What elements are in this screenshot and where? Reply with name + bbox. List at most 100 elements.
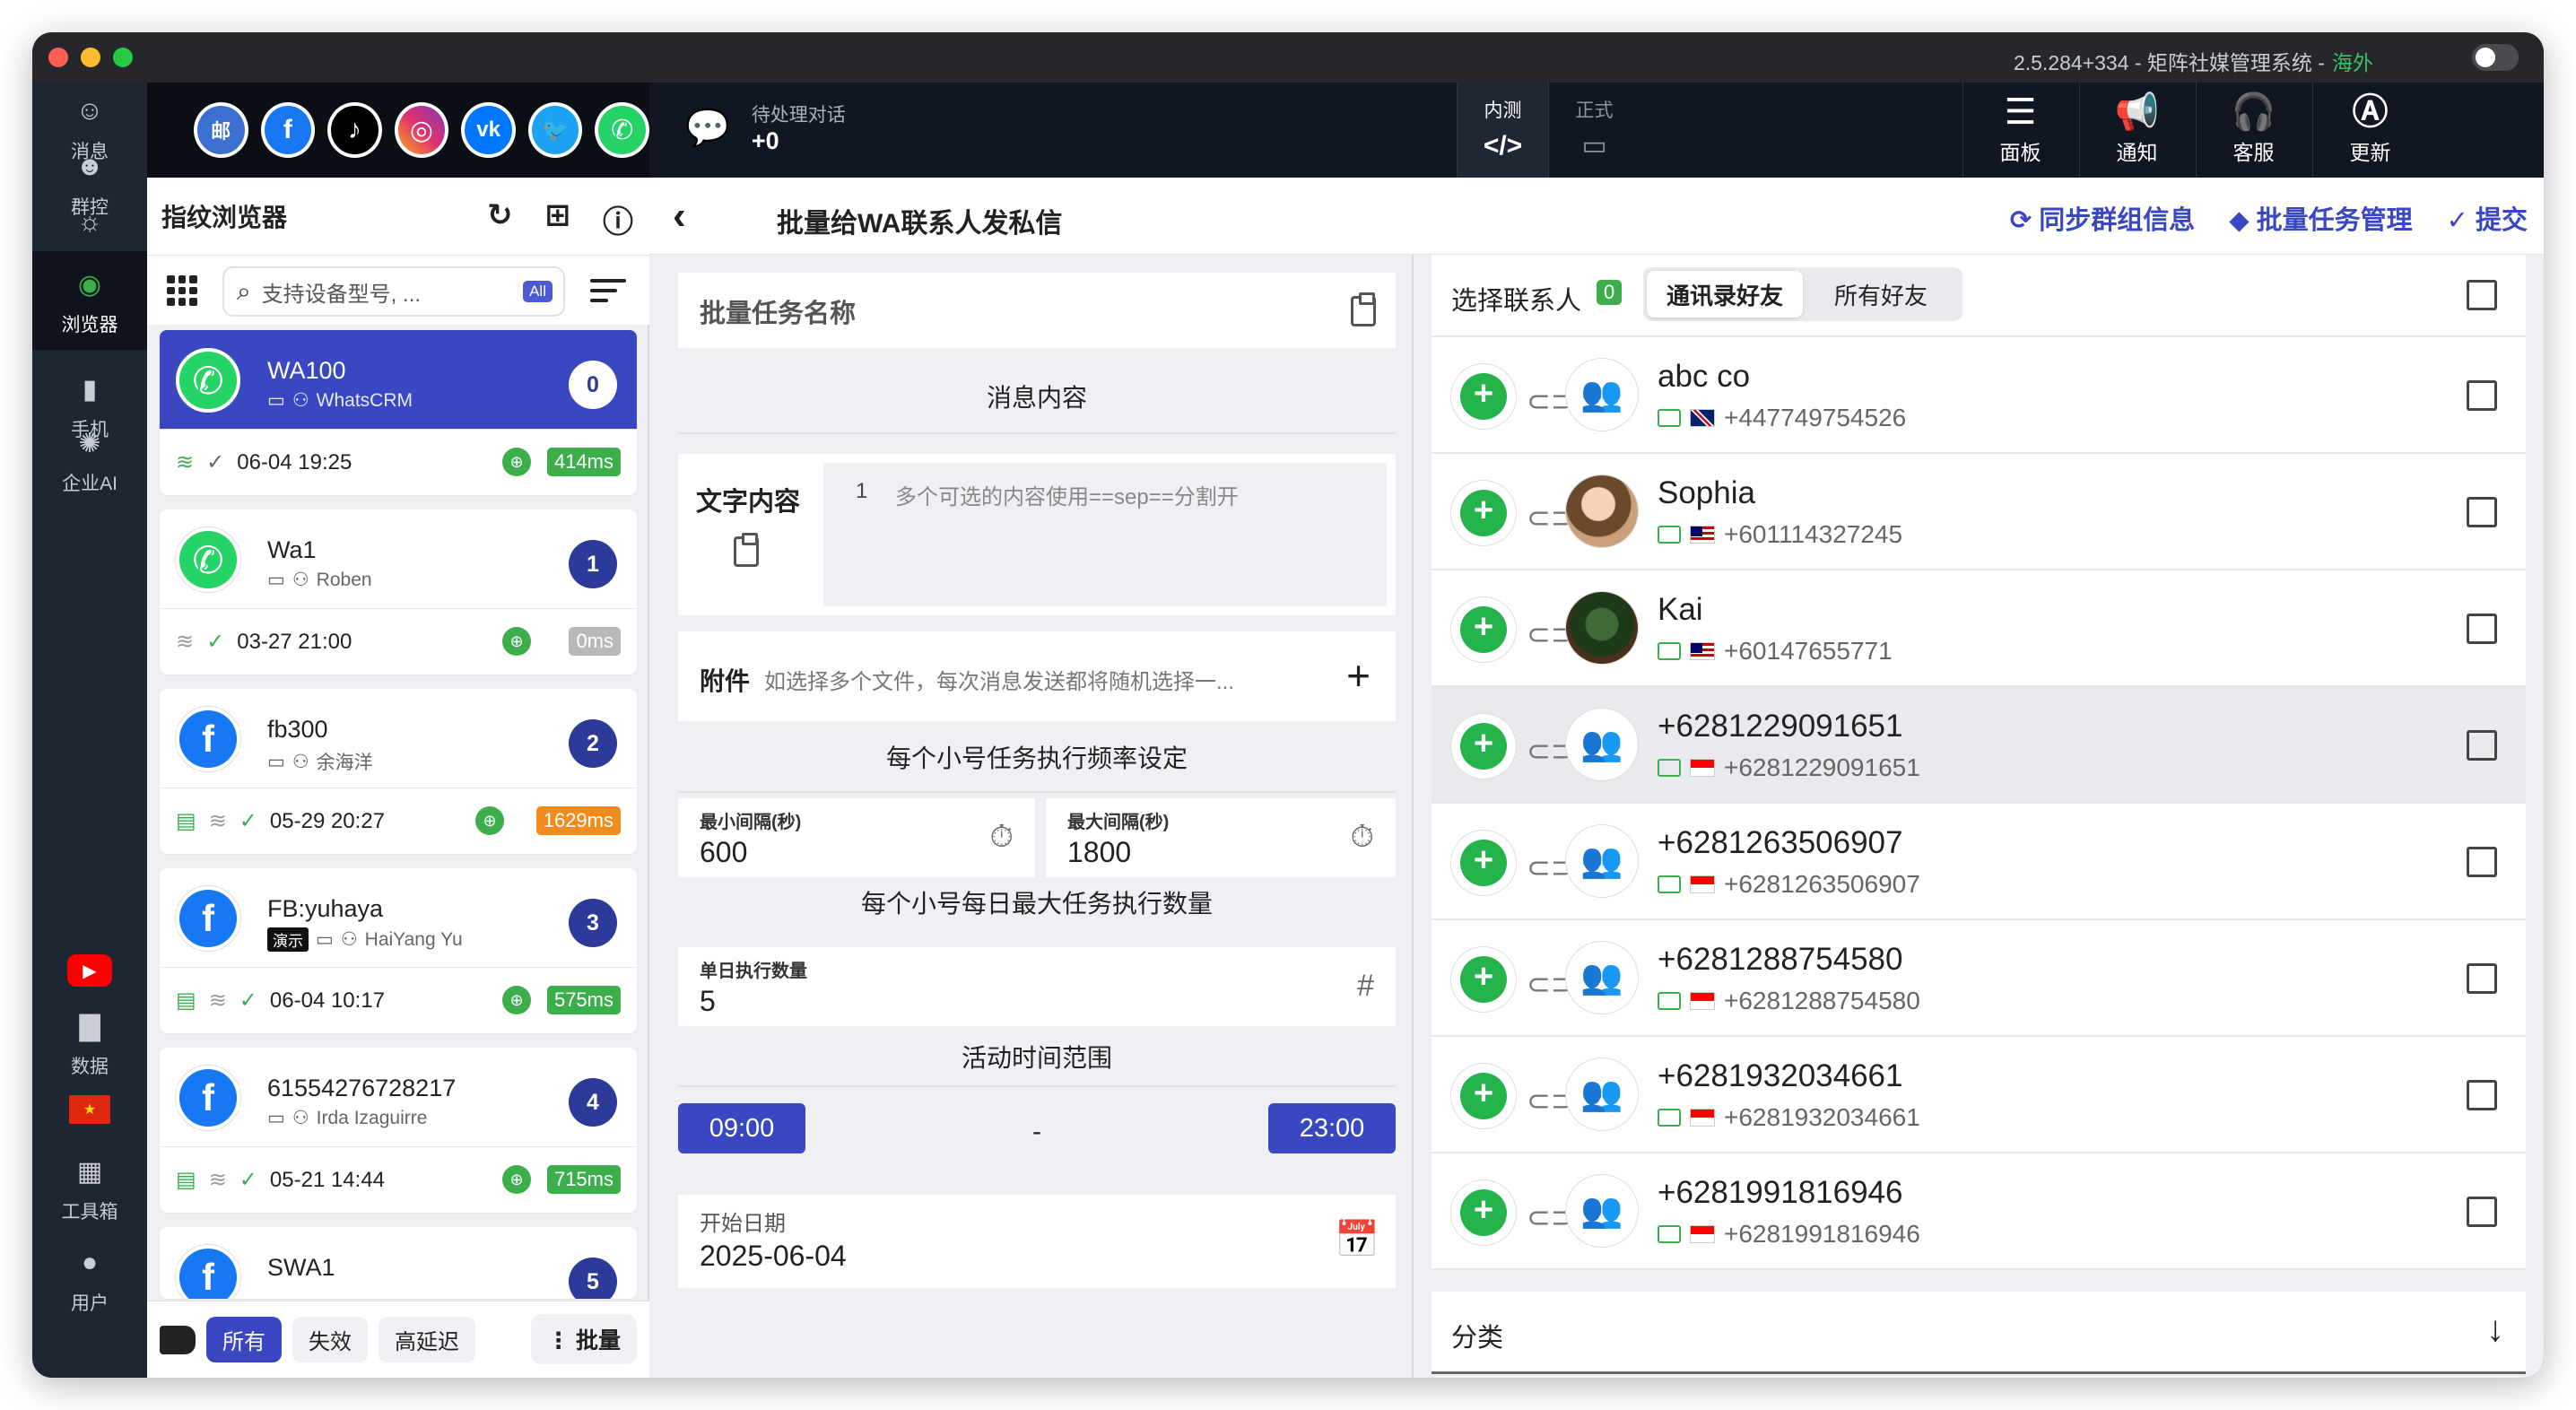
sync-groups-button[interactable]: ⟳ 同步群组信息 <box>2010 199 2195 237</box>
task-form: 批量任务名称 消息内容 文字内容 1 多个可选的内容使用==sep==分割开 附… <box>649 255 1414 1378</box>
contact-checkbox[interactable] <box>2467 847 2497 877</box>
vk-icon[interactable]: vk <box>461 102 516 158</box>
submit-button[interactable]: ✓ 提交 <box>2447 199 2528 237</box>
facebook-icon[interactable]: f <box>260 102 316 158</box>
back-arrow-icon[interactable]: ‹ <box>673 194 686 239</box>
contact-checkbox[interactable] <box>2467 1080 2497 1110</box>
profile-card[interactable]: ✆ Wa1 ▭ ⚇ Roben 1 ≋ ✓ 03-27 21:00 ⊕ 0ms <box>160 509 637 675</box>
contact-checkbox[interactable] <box>2467 963 2497 994</box>
contact-row[interactable]: ⊂⊃ 👥 +6281229091651 +6281229091651 <box>1432 687 2526 804</box>
contact-row[interactable]: ⊂⊃ 👥 +6281263506907 +6281263506907 <box>1432 804 2526 920</box>
title-bar: 2.5.284+334 - 矩阵社媒管理系统 - 海外 <box>32 32 2544 83</box>
language-switch[interactable]: ★ <box>32 1078 147 1141</box>
add-box-icon[interactable]: ⊞ <box>545 197 571 241</box>
all-badge[interactable]: All <box>523 281 553 302</box>
profile-card[interactable]: f 61554276728217 ▭ ⚇ Irda Izaguirre 4 ▤ ≋ … <box>160 1048 637 1213</box>
refresh-icon[interactable]: ↻ <box>487 197 513 241</box>
indonesia-flag-icon <box>1690 1225 1715 1243</box>
task-management-button[interactable]: ◆ 批量任务管理 <box>2229 199 2412 237</box>
youtube-link[interactable]: ▶ <box>32 944 147 997</box>
sort-icon[interactable] <box>590 279 626 304</box>
profile-card[interactable]: f SWA1 5 <box>160 1227 637 1299</box>
max-interval-input[interactable]: 最大间隔(秒) 1800 ⏱ <box>1046 798 1396 877</box>
group-avatar-icon: 👥 <box>1566 1175 1638 1247</box>
minimize-window-button[interactable] <box>81 48 100 67</box>
maximize-window-button[interactable] <box>113 48 133 67</box>
nav-item-enterprise-ai[interactable]: ✺ 企业AI <box>32 414 147 504</box>
contact-row[interactable]: ⊂⊃ 👥 abc co +447749754526 <box>1432 337 2526 454</box>
contact-row[interactable]: ⊂⊃ 👥 +6281932034661 +6281932034661 <box>1432 1037 2526 1153</box>
id-card-icon <box>1658 1225 1681 1243</box>
env-test-button[interactable]: 内测 </> <box>1457 83 1548 178</box>
select-all-checkbox[interactable] <box>2467 280 2497 310</box>
category-select[interactable]: 分类 ↓ <box>1432 1292 2526 1374</box>
contact-checkbox[interactable] <box>2467 497 2497 527</box>
filter-all[interactable]: 所有 <box>206 1317 282 1362</box>
daily-count-input[interactable]: 单日执行数量 5 # <box>678 947 1396 1026</box>
profile-card[interactable]: ✆ WA100 ▭ ⚇ WhatsCRM 0 ≋ ✓ 06-04 19:25 ⊕ 4… <box>160 330 637 495</box>
add-icon[interactable]: + <box>1346 651 1371 700</box>
email-platform-icon[interactable]: 邮 <box>194 102 248 158</box>
text-content-input[interactable]: 1 多个可选的内容使用==sep==分割开 <box>823 463 1387 606</box>
contact-row[interactable]: ⊂⊃ 👥 +6281991816946 +6281991816946 <box>1432 1153 2526 1270</box>
panel-button[interactable]: ☰ 面板 <box>1962 83 2077 178</box>
info-icon[interactable]: ⓘ <box>603 197 633 241</box>
search-input[interactable]: ⌕ 支持设备型号, ... All <box>222 266 565 317</box>
whatsapp-icon <box>1451 1180 1516 1245</box>
clipboard-icon[interactable] <box>734 533 759 567</box>
start-date-input[interactable]: 开始日期 2025-06-04 📅 <box>678 1195 1396 1288</box>
profile-card[interactable]: f fb300 ▭ ⚇ 余海洋 2 ▤ ≋ ✓ 05-29 20:27 ⊕ 1629… <box>160 689 637 854</box>
notify-button[interactable]: 📢 通知 <box>2079 83 2194 178</box>
whatsapp-icon <box>1451 481 1516 545</box>
clipboard-icon[interactable] <box>1351 292 1376 326</box>
nav-item-toolbox[interactable]: ▦ 工具箱 <box>32 1143 147 1232</box>
app-store-icon: Ⓐ <box>2352 92 2389 132</box>
task-name-input[interactable]: 批量任务名称 <box>678 273 1396 348</box>
page-title: 批量给WA联系人发私信 <box>777 209 1063 239</box>
tab-all-friends[interactable]: 所有好友 <box>1803 271 1959 318</box>
nav-item-data[interactable]: ▇ 数据 <box>32 997 147 1087</box>
twitter-icon[interactable]: 🐦 <box>527 102 583 158</box>
contact-checkbox[interactable] <box>2467 380 2497 411</box>
theme-toggle[interactable] <box>2472 44 2519 71</box>
min-interval-input[interactable]: 最小间隔(秒) 600 ⏱ <box>678 798 1035 877</box>
nav-item-user[interactable]: ● 用户 <box>32 1234 147 1324</box>
profile-card[interactable]: f FB:yuhaya 演示 ▭ ⚇ HaiYang Yu 3 ▤ ≋ ✓ 06-04… <box>160 868 637 1033</box>
whatsapp-icon[interactable]: ✆ <box>595 102 650 158</box>
batch-button[interactable]: ⋮ 批量 <box>531 1314 637 1364</box>
group-avatar-icon: 👥 <box>1566 709 1638 780</box>
attachment-field[interactable]: 附件 如选择多个文件，每次消息发送都将随机选择一... + <box>678 631 1396 721</box>
tab-address-book[interactable]: 通讯录好友 <box>1647 271 1803 318</box>
nav-item-browser[interactable]: ◉ 浏览器 <box>32 251 147 350</box>
contact-checkbox[interactable] <box>2467 730 2497 761</box>
indonesia-flag-icon <box>1690 875 1715 893</box>
contact-checkbox[interactable] <box>2467 614 2497 644</box>
grid-view-icon[interactable] <box>167 275 197 306</box>
text-content-label: 文字内容 <box>696 488 801 517</box>
end-time-button[interactable]: 23:00 <box>1268 1103 1396 1153</box>
filter-invalid[interactable]: 失效 <box>292 1317 368 1362</box>
china-flag-icon: ★ <box>69 1095 110 1124</box>
tiktok-icon[interactable]: ♪ <box>327 102 382 158</box>
instagram-icon[interactable]: ◎ <box>394 102 449 158</box>
headset-icon: 🎧 <box>2231 92 2276 132</box>
contact-row[interactable]: ⊂⊃ 👥 +6281288754580 +6281288754580 <box>1432 920 2526 1037</box>
close-window-button[interactable] <box>48 48 68 67</box>
facebook-avatar-icon: f <box>176 1245 240 1299</box>
id-card-icon <box>1658 875 1681 893</box>
pending-conversations[interactable]: 💬 待处理对话 +0 <box>685 100 846 155</box>
support-button[interactable]: 🎧 客服 <box>2196 83 2311 178</box>
indonesia-flag-icon <box>1690 1109 1715 1127</box>
tag-icon[interactable] <box>160 1325 196 1354</box>
update-button[interactable]: Ⓐ 更新 <box>2312 83 2427 178</box>
contact-row[interactable]: ⊂⊃ Kai +60147655771 <box>1432 570 2526 687</box>
contact-checkbox[interactable] <box>2467 1197 2497 1227</box>
contact-row[interactable]: ⊂⊃ Sophia +601114327245 <box>1432 454 2526 570</box>
hash-icon: # <box>1357 969 1374 1003</box>
bar-chart-icon: ▇ <box>79 1011 100 1041</box>
filter-high-latency[interactable]: 高延迟 <box>379 1317 475 1362</box>
env-prod-button[interactable]: 正式 ▭ <box>1548 83 1640 178</box>
globe-icon: ⊕ <box>502 1165 531 1194</box>
window-title: 2.5.284+334 - 矩阵社媒管理系统 - 海外 <box>2014 46 2373 76</box>
calendar-icon[interactable]: 📅 <box>1335 1218 1379 1260</box>
